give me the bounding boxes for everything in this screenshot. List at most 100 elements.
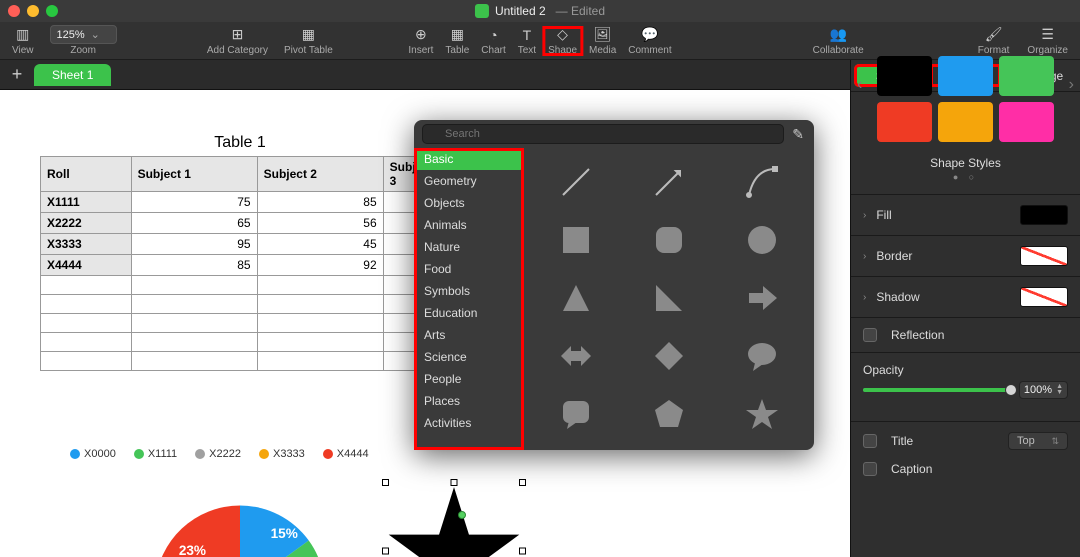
shape-category-symbols[interactable]: Symbols: [414, 280, 523, 302]
table-cell[interactable]: [41, 314, 132, 333]
shape-circle[interactable]: [721, 216, 804, 264]
shadow-row[interactable]: ›Shadow: [851, 281, 1080, 313]
chart-button[interactable]: ◔Chart: [475, 26, 511, 56]
style-swatch-red[interactable]: [877, 102, 932, 142]
shape-line[interactable]: [534, 158, 617, 206]
selected-star-shape[interactable]: [386, 483, 522, 557]
resize-handle[interactable]: [519, 548, 526, 555]
shape-category-food[interactable]: Food: [414, 258, 523, 280]
minimize-window-button[interactable]: [27, 5, 39, 17]
text-button[interactable]: TText: [512, 26, 542, 56]
reflection-checkbox[interactable]: [863, 328, 877, 342]
add-category-button[interactable]: ⊞ Add Category: [201, 26, 274, 56]
shape-curve[interactable]: [721, 158, 804, 206]
spreadsheet-table[interactable]: Table 1 Roll Subject 1 Subject 2 Subject…: [40, 130, 440, 371]
shape-star[interactable]: [721, 390, 804, 438]
shape-arrow-line[interactable]: [627, 158, 710, 206]
table-cell[interactable]: [257, 314, 383, 333]
table-cell[interactable]: [257, 276, 383, 295]
shape-rounded-rect-callout[interactable]: [534, 390, 617, 438]
resize-handle[interactable]: [519, 479, 526, 486]
insert-button[interactable]: ⊕Insert: [402, 26, 439, 56]
resize-handle[interactable]: [382, 479, 389, 486]
eyedropper-icon[interactable]: ✎: [790, 124, 806, 145]
col-header-roll[interactable]: Roll: [41, 157, 132, 192]
shape-speech-bubble[interactable]: [721, 332, 804, 380]
table-cell[interactable]: [257, 295, 383, 314]
table-cell[interactable]: 75: [131, 192, 257, 213]
shape-category-animals[interactable]: Animals: [414, 214, 523, 236]
table-cell[interactable]: [41, 352, 132, 371]
table-cell[interactable]: 56: [257, 213, 383, 234]
opacity-value[interactable]: 100%▲▼: [1019, 381, 1068, 399]
shadow-swatch[interactable]: [1020, 287, 1068, 307]
shape-square[interactable]: [534, 216, 617, 264]
col-header-subject2[interactable]: Subject 2: [257, 157, 383, 192]
resize-handle[interactable]: [382, 548, 389, 555]
fill-swatch[interactable]: [1020, 205, 1068, 225]
shape-arrow-both[interactable]: [534, 332, 617, 380]
table-cell[interactable]: X3333: [41, 234, 132, 255]
style-page-dots[interactable]: ● ○: [851, 172, 1080, 182]
style-swatch-black[interactable]: [877, 56, 932, 96]
shape-pentagon[interactable]: [627, 390, 710, 438]
table-title[interactable]: Table 1: [40, 130, 440, 156]
shape-diamond[interactable]: [627, 332, 710, 380]
caption-checkbox[interactable]: [863, 462, 877, 476]
style-swatch-orange[interactable]: [938, 102, 993, 142]
table-cell[interactable]: 85: [257, 192, 383, 213]
shape-rounded-square[interactable]: [627, 216, 710, 264]
table-cell[interactable]: 92: [257, 255, 383, 276]
table-cell[interactable]: [131, 276, 257, 295]
shape-category-science[interactable]: Science: [414, 346, 523, 368]
table-cell[interactable]: 95: [131, 234, 257, 255]
star-shape[interactable]: [386, 483, 522, 557]
media-button[interactable]: 🖼Media: [583, 26, 622, 56]
table-cell[interactable]: [131, 314, 257, 333]
canvas[interactable]: Table 1 Roll Subject 1 Subject 2 Subject…: [0, 90, 850, 557]
table-cell[interactable]: [257, 352, 383, 371]
view-button[interactable]: ▥ View: [6, 26, 40, 56]
shape-button[interactable]: ◇Shape: [542, 26, 583, 56]
table-cell[interactable]: [131, 352, 257, 371]
table-cell[interactable]: 65: [131, 213, 257, 234]
table-cell[interactable]: 85: [131, 255, 257, 276]
shape-category-geometry[interactable]: Geometry: [414, 170, 523, 192]
border-swatch[interactable]: [1020, 246, 1068, 266]
table-cell[interactable]: [41, 333, 132, 352]
maximize-window-button[interactable]: [46, 5, 58, 17]
shape-control-point[interactable]: [458, 511, 466, 519]
border-row[interactable]: ›Border: [851, 240, 1080, 272]
shape-category-education[interactable]: Education: [414, 302, 523, 324]
table-cell[interactable]: [131, 295, 257, 314]
col-header-subject1[interactable]: Subject 1: [131, 157, 257, 192]
shape-right-triangle[interactable]: [627, 274, 710, 322]
title-position-select[interactable]: Top: [1008, 432, 1068, 450]
comment-button[interactable]: 💬Comment: [622, 26, 677, 56]
shape-category-nature[interactable]: Nature: [414, 236, 523, 258]
add-sheet-button[interactable]: +: [6, 64, 28, 85]
table-cell[interactable]: [257, 333, 383, 352]
pie-chart[interactable]: 15% 20% 23%: [120, 480, 360, 557]
table-cell[interactable]: [41, 276, 132, 295]
style-swatch-blue[interactable]: [938, 56, 993, 96]
shape-search-input[interactable]: [422, 124, 784, 144]
shape-triangle[interactable]: [534, 274, 617, 322]
zoom-control[interactable]: 125% Zoom: [44, 25, 123, 56]
table-cell[interactable]: [131, 333, 257, 352]
style-swatch-pink[interactable]: [999, 102, 1054, 142]
sheet-tab[interactable]: Sheet 1: [34, 64, 111, 86]
zoom-select[interactable]: 125%: [50, 25, 117, 44]
shape-category-places[interactable]: Places: [414, 390, 523, 412]
table-cell[interactable]: [41, 295, 132, 314]
opacity-slider[interactable]: [863, 388, 1011, 392]
shape-category-people[interactable]: People: [414, 368, 523, 390]
table-button[interactable]: ▦Table: [439, 26, 475, 56]
resize-handle[interactable]: [451, 479, 458, 486]
close-window-button[interactable]: [8, 5, 20, 17]
shape-category-arts[interactable]: Arts: [414, 324, 523, 346]
style-swatch-green[interactable]: [999, 56, 1054, 96]
fill-row[interactable]: ›Fill: [851, 199, 1080, 231]
shape-category-activities[interactable]: Activities: [414, 412, 523, 434]
shape-category-basic[interactable]: Basic: [414, 148, 523, 170]
